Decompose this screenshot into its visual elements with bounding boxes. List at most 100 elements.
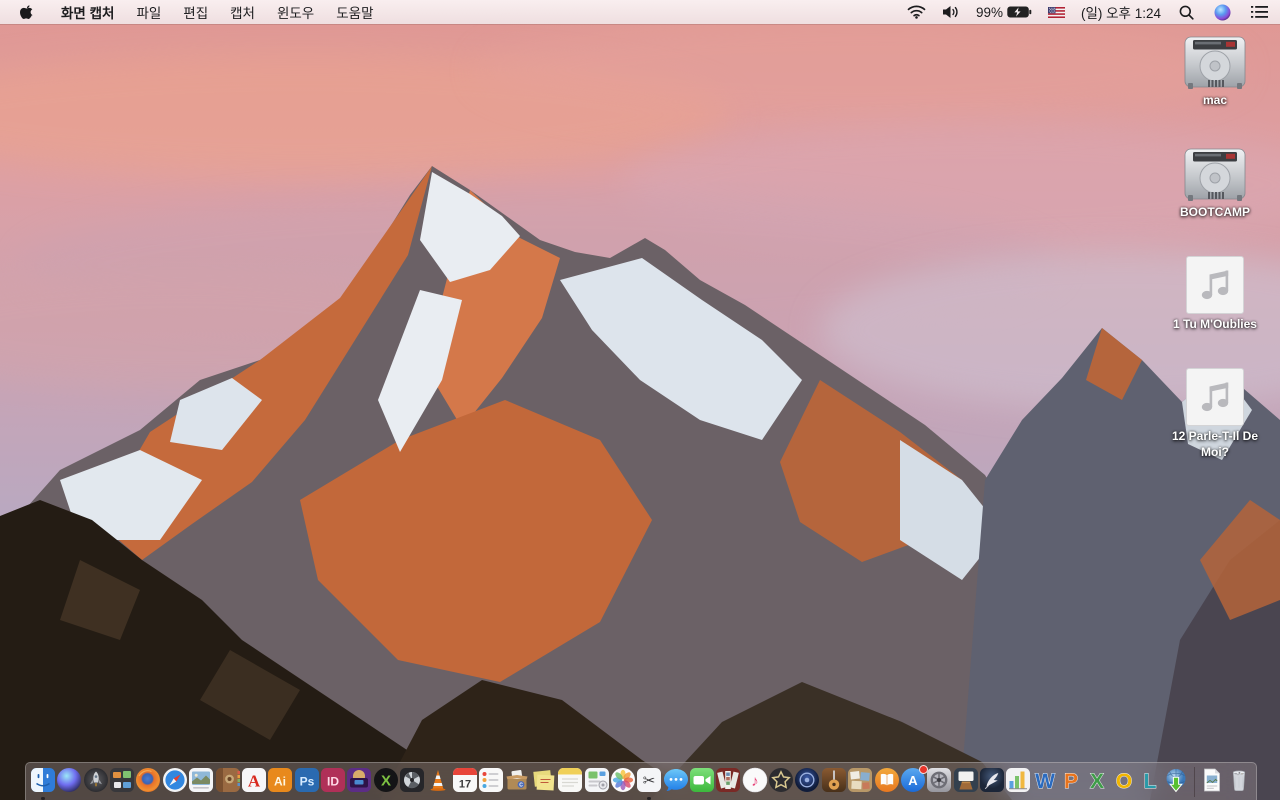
desktop-icon-bootcamp[interactable]: BOOTCAMP <box>1163 148 1267 221</box>
apple-menu[interactable] <box>0 0 50 24</box>
dock-item-contacts[interactable] <box>215 767 241 799</box>
notification-center-icon <box>1251 6 1268 18</box>
svg-text:A: A <box>248 772 261 791</box>
launchpad-rocket-icon <box>83 767 109 793</box>
volume-icon <box>942 6 958 18</box>
dock-item-launchpad[interactable] <box>83 767 109 799</box>
open-book-icon <box>874 767 900 793</box>
svg-text:P: P <box>1064 770 1078 793</box>
menu-file[interactable]: 파일 <box>125 0 172 24</box>
dock-item-safari[interactable] <box>162 767 188 799</box>
notepad-icon <box>557 767 583 793</box>
dock-item-document-file[interactable] <box>1199 767 1225 799</box>
safari-compass-icon <box>162 767 188 793</box>
address-book-icon <box>215 767 241 793</box>
green-x-circle-icon: X <box>373 767 399 793</box>
desktop-icon-label: mac <box>1202 93 1228 107</box>
podium-icon <box>953 767 979 793</box>
dock-item-preview[interactable] <box>188 767 214 799</box>
dock-item-indesign[interactable]: ID <box>320 767 346 799</box>
dock-item-download-manager[interactable] <box>1163 767 1189 799</box>
desktop-icon-music-2[interactable]: 12 Parle-T-Il De Moi? <box>1163 368 1267 460</box>
desktop-wallpaper <box>0 0 1280 800</box>
dock-item-vlc[interactable] <box>425 767 451 799</box>
dock-item-keynote[interactable] <box>953 767 979 799</box>
app-menu-name[interactable]: 화면 캡처 <box>50 0 125 24</box>
dock-separator <box>1190 767 1199 797</box>
dock-item-x-media-app[interactable]: X <box>373 767 399 799</box>
toaster-icon <box>346 767 372 793</box>
volume-menu[interactable] <box>934 0 968 24</box>
adobe-tile-icon: Ps <box>294 767 320 793</box>
dock-item-mission-control[interactable] <box>109 767 135 799</box>
wifi-menu[interactable] <box>899 0 934 24</box>
menu-help[interactable]: 도움말 <box>325 0 384 24</box>
disk-fan-icon <box>399 767 425 793</box>
audio-file-icon <box>1163 368 1267 426</box>
dock-item-screen-capture-grab[interactable]: ✂ <box>636 767 662 800</box>
spotlight-search-icon <box>1179 5 1194 20</box>
dock-item-messages[interactable] <box>663 767 689 799</box>
notification-center-menu[interactable] <box>1241 0 1280 24</box>
hard-drive-icon <box>1163 148 1267 202</box>
dock-item-reminders[interactable] <box>478 767 504 799</box>
dock-item-ibooks[interactable] <box>874 767 900 799</box>
svg-text:Ai: Ai <box>274 775 286 789</box>
dock-item-stickies[interactable] <box>531 767 557 799</box>
office-letter-icon: L <box>1137 767 1163 793</box>
star-circle-icon <box>768 767 794 793</box>
dock-item-calendar[interactable]: 17 <box>452 767 478 799</box>
dock-item-idvd[interactable] <box>794 767 820 799</box>
svg-text:L: L <box>1144 770 1157 793</box>
dock-item-pages[interactable] <box>979 767 1005 799</box>
dock-item-photoshop[interactable]: Ps <box>294 767 320 799</box>
dock-item-notes[interactable] <box>557 767 583 799</box>
dock-item-siri[interactable] <box>56 767 82 799</box>
archive-box-icon: C <box>504 767 530 793</box>
dvd-disc-icon <box>794 767 820 793</box>
dock-item-microsoft-word[interactable]: W <box>1032 767 1058 799</box>
dock-item-toast-titanium[interactable] <box>346 767 372 799</box>
dock-item-app-store[interactable]: A <box>900 765 928 799</box>
wifi-icon <box>907 5 926 19</box>
running-indicator-dot <box>647 796 651 800</box>
dock-item-scrapbook-app[interactable] <box>847 767 873 799</box>
sticky-notes-icon <box>531 767 557 793</box>
dock-item-microsoft-outlook[interactable]: O <box>1111 767 1137 799</box>
menu-edit[interactable]: 편집 <box>172 0 219 24</box>
globe-download-icon <box>1163 767 1189 793</box>
dock-item-firefox[interactable] <box>135 767 161 799</box>
battery-charging-icon <box>1007 6 1032 18</box>
dock-item-archive-box-app[interactable]: C <box>504 767 530 799</box>
dock-item-disk-tool[interactable] <box>399 767 425 799</box>
dock-item-illustrator[interactable]: Ai <box>267 767 293 799</box>
dock-item-facetime[interactable] <box>689 767 715 799</box>
dock-item-acrobat-reader[interactable]: A <box>241 767 267 799</box>
dock-item-itunes[interactable]: ♪ <box>742 767 768 799</box>
dock-item-photo-booth[interactable] <box>715 767 741 799</box>
dock-item-microsoft-excel[interactable]: X <box>1084 767 1110 799</box>
dock-item-finder[interactable] <box>30 767 56 800</box>
input-language-menu[interactable] <box>1040 0 1073 24</box>
dock-item-photos[interactable] <box>610 767 636 799</box>
dock-item-system-preferences[interactable] <box>926 767 952 799</box>
desktop-icon-label: 12 Parle-T-Il De Moi? <box>1171 429 1259 459</box>
dock-item-microsoft-powerpoint[interactable]: P <box>1058 767 1084 799</box>
menu-capture[interactable]: 캡처 <box>219 0 266 24</box>
dock-item-microsoft-lync[interactable]: L <box>1137 767 1163 799</box>
dock-item-numbers[interactable] <box>1005 767 1031 799</box>
spotlight-menu[interactable] <box>1169 0 1204 24</box>
clock-menu[interactable]: (일) 오후 1:24 <box>1073 0 1169 24</box>
dock-item-documents-app[interactable] <box>584 767 610 799</box>
dock-item-garageband[interactable] <box>821 767 847 799</box>
music-note-circle-icon: ♪ <box>742 767 768 793</box>
scissors-icon: ✂ <box>636 767 662 793</box>
dock-item-imovie[interactable] <box>768 767 794 799</box>
finder-icon <box>30 767 56 793</box>
siri-menu[interactable] <box>1204 0 1241 24</box>
menu-window[interactable]: 윈도우 <box>266 0 325 24</box>
desktop-icon-mac[interactable]: mac <box>1163 36 1267 109</box>
dock-item-trash-full[interactable] <box>1226 767 1252 799</box>
battery-menu[interactable]: 99% <box>968 0 1040 24</box>
desktop-icon-music-1[interactable]: 1 Tu M'Oublies <box>1163 256 1267 333</box>
